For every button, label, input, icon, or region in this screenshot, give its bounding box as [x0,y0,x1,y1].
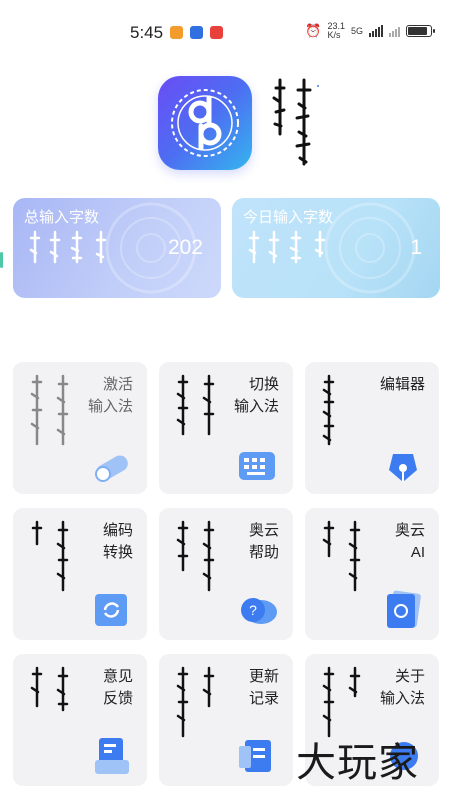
today-input-count-value: 1 [410,236,422,259]
tile-mongolian-script [31,520,69,592]
signal-weak-icon [389,25,400,37]
update-log-icon [239,740,271,772]
notification-app-icon [170,26,183,39]
today-count-mongolian-script [248,230,326,264]
feedback-icon [95,738,129,774]
svg-text:?: ? [249,602,257,618]
tile-encoding-conversion[interactable]: 编码 转换 [13,508,147,640]
alarm-icon: ⏰ [305,23,322,38]
tile-mongolian-script [30,666,69,712]
tile-mongolian-script [322,374,335,446]
today-input-count-card: 今日输入字数 1 [232,198,440,298]
tile-aoyun-ai[interactable]: 奥云 AI [305,508,439,640]
network-speed-unit: K/s [327,30,341,40]
edge-indicator [0,252,3,268]
tile-feedback[interactable]: 意见 反馈 [13,654,147,786]
notification-app-icon [210,26,223,39]
tile-mongolian-script [176,374,215,436]
tile-label: 编辑器 [379,376,425,393]
tile-update-log[interactable]: 更新 记录 [159,654,293,786]
pen-nib-icon [389,454,417,482]
total-input-count-value: 202 [167,236,203,259]
convert-icon [95,594,127,626]
tile-label: 激活 输入法 [87,376,133,415]
tile-label: 奥云 帮助 [248,522,279,561]
tile-label: 更新 记录 [248,668,279,707]
tile-mongolian-script [176,666,215,738]
ai-card-icon [387,590,421,628]
total-input-count-card: 总输入字数 202 [13,198,221,298]
tile-aoyun-help[interactable]: 奥云 帮助 ? [159,508,293,640]
battery-fill [408,27,427,35]
watermark-text: 大玩家 [296,740,419,786]
status-time: 5:45 [130,23,164,42]
battery-icon [406,25,435,37]
status-indicators: ⏰ 23.1 K/s 5G [305,22,435,40]
today-input-count-label: 今日输入字数 [243,209,334,226]
dq-logo-icon [171,89,239,157]
app-title-mongolian-script [272,78,319,166]
tile-mongolian-script [176,520,215,592]
status-bar: 5:45 ⏰ 23.1 K/s 5G [0,0,450,64]
keyboard-icon [239,452,275,480]
tile-switch-input-method[interactable]: 切换 输入法 [159,362,293,494]
signal-label: 5G [350,26,363,36]
network-speed: 23.1 K/s [327,22,345,40]
notification-app-icon [190,26,203,39]
app-logo [158,76,252,170]
tile-label: 关于 输入法 [379,668,425,707]
tile-label: 编码 转换 [102,522,133,561]
tile-editor[interactable]: 编辑器 [305,362,439,494]
help-chat-icon: ? [241,598,277,624]
signal-strength-icon [369,25,383,37]
tile-mongolian-script [322,666,361,738]
pill-toggle-icon [95,455,128,482]
total-input-count-label: 总输入字数 [24,209,100,226]
tile-label: 切换 输入法 [233,376,279,415]
tile-label: 奥云 AI [394,522,425,561]
tile-mongolian-script [30,374,69,446]
tile-mongolian-script [322,520,361,592]
tile-label: 意见 反馈 [102,668,133,707]
tile-activate-input-method[interactable]: 激活 输入法 [13,362,147,494]
total-count-mongolian-script [29,230,107,264]
